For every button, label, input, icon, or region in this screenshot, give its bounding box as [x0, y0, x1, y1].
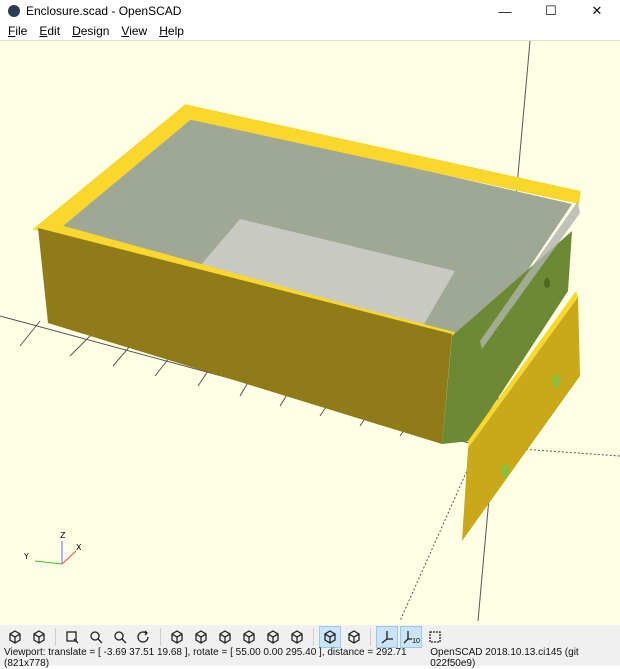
toolbar-separator: [55, 628, 56, 646]
axis-label-y: Y: [23, 552, 29, 561]
maximize-button[interactable]: ☐: [528, 0, 574, 22]
openscad-logo-icon: [8, 5, 20, 17]
axis-indicator: [34, 541, 77, 565]
menu-file[interactable]: File: [2, 24, 33, 38]
view-all-icon: [66, 631, 79, 644]
render-icon: [33, 630, 45, 644]
preview-button[interactable]: [4, 626, 26, 648]
zoom-out-icon: [114, 631, 127, 644]
window-title: Enclosure.scad - OpenSCAD: [26, 4, 182, 18]
orthogonal-button[interactable]: [343, 626, 365, 648]
view-top-button[interactable]: [190, 626, 212, 648]
plate-hole: [552, 374, 560, 388]
show-scale-markers-button[interactable]: 10: [400, 626, 422, 648]
view-left-icon: [243, 630, 255, 644]
perspective-icon: [324, 630, 336, 644]
scale-markers-label: 10: [412, 637, 420, 645]
view-all-button[interactable]: [61, 626, 83, 648]
view-top-icon: [195, 630, 207, 644]
zoom-out-button[interactable]: [109, 626, 131, 648]
close-button[interactable]: ✕: [574, 0, 620, 22]
orthogonal-icon: [348, 630, 360, 644]
show-axes-button[interactable]: [376, 626, 398, 648]
show-edges-button[interactable]: [424, 626, 446, 648]
view-right-icon: [171, 630, 183, 644]
toolbar: 10: [0, 625, 620, 649]
zoom-in-icon: [90, 631, 103, 644]
view-bottom-button[interactable]: [214, 626, 236, 648]
version-label: OpenSCAD 2018.10.13.ci145 (git 022f50e9): [430, 646, 579, 669]
toolbar-separator: [370, 628, 371, 646]
menu-edit[interactable]: Edit: [33, 24, 66, 38]
reset-view-icon: [137, 630, 149, 643]
menu-help[interactable]: Help: [153, 24, 190, 38]
view-left-button[interactable]: [238, 626, 260, 648]
menu-design[interactable]: Design: [66, 24, 115, 38]
title-bar: Enclosure.scad - OpenSCAD — ☐ ✕: [0, 0, 620, 22]
view-right-button[interactable]: [166, 626, 188, 648]
preview-icon: [9, 630, 21, 644]
menu-bar: File Edit Design View Help: [0, 22, 620, 40]
axis-label-x: X: [76, 543, 82, 552]
toolbar-separator: [313, 628, 314, 646]
menu-view[interactable]: View: [115, 24, 153, 38]
axis-label-z: Z: [60, 531, 66, 540]
view-back-icon: [291, 630, 303, 644]
toolbar-separator: [160, 628, 161, 646]
view-back-button[interactable]: [286, 626, 308, 648]
side-hole: [544, 278, 550, 288]
viewport-status: Viewport: translate = [ -3.69 37.51 19.6…: [4, 646, 407, 669]
view-front-icon: [267, 630, 279, 644]
render-button[interactable]: [28, 626, 50, 648]
status-bar: Viewport: translate = [ -3.69 37.51 19.6…: [0, 646, 620, 669]
axes-icon: [381, 631, 393, 644]
reset-view-button[interactable]: [133, 626, 155, 648]
model-render: Z X Y: [0, 40, 620, 622]
zoom-in-button[interactable]: [85, 626, 107, 648]
view-front-button[interactable]: [262, 626, 284, 648]
edges-icon: [429, 631, 441, 643]
perspective-button[interactable]: [319, 626, 341, 648]
plate-hole: [501, 464, 509, 478]
minimize-button[interactable]: —: [482, 0, 528, 22]
3d-viewport[interactable]: Z X Y: [0, 40, 620, 625]
view-bottom-icon: [219, 630, 231, 644]
